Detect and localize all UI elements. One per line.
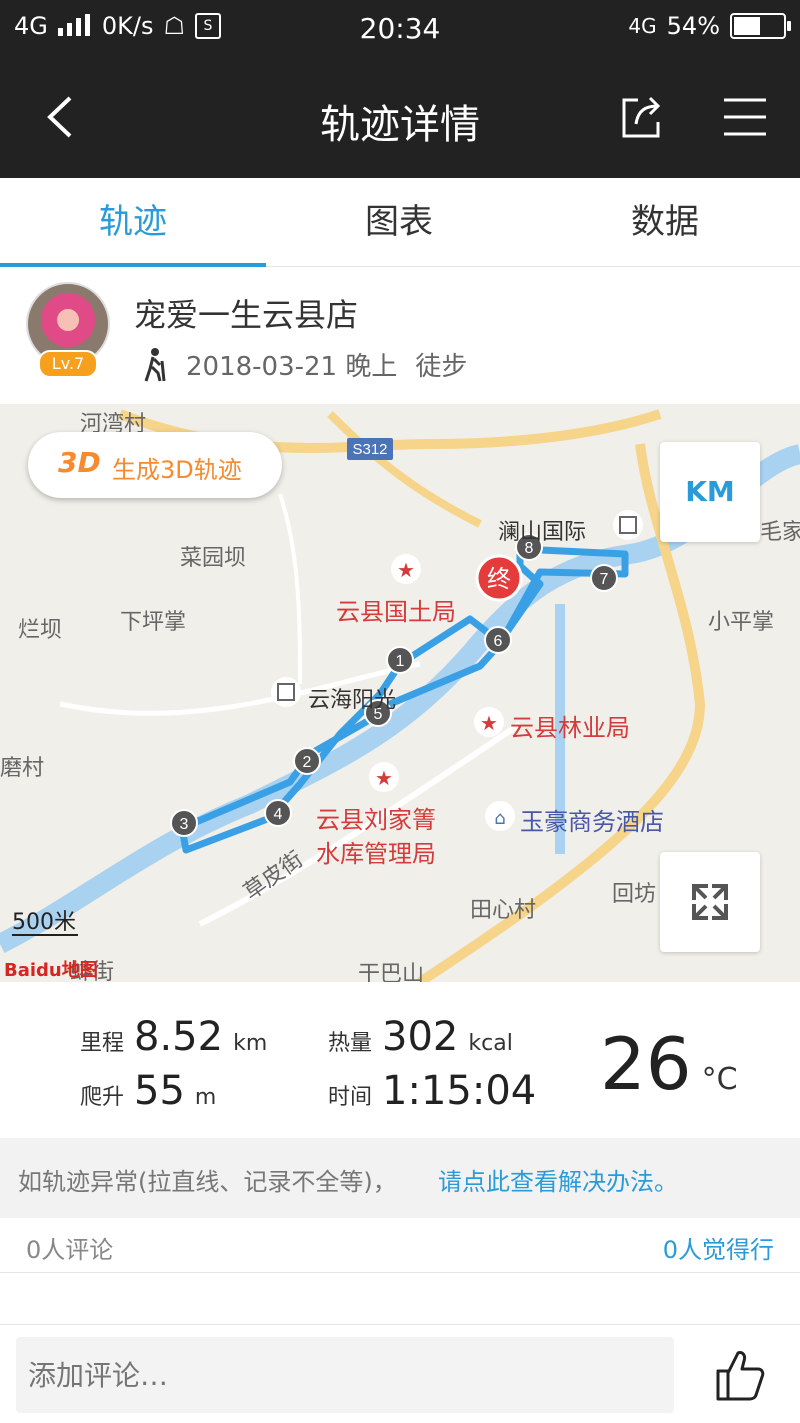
svg-text:★: ★ xyxy=(375,766,393,790)
map-label: 澜山国际 xyxy=(498,520,587,545)
map-label: 干巴山 xyxy=(358,962,425,982)
like-count[interactable]: 0人觉得行 xyxy=(663,1230,774,1265)
network-type-right: 4G xyxy=(628,14,657,38)
comment-bar xyxy=(0,1324,800,1423)
activity-type: 徒步 xyxy=(415,352,468,382)
svg-text:★: ★ xyxy=(397,558,415,582)
hiking-icon xyxy=(144,347,166,381)
track-notice: 如轨迹异常(拉直线、记录不全等)， 请点此查看解决办法。 xyxy=(0,1138,800,1218)
stat-distance: 里程 8.52 km xyxy=(80,1014,268,1060)
map-scale: 500米 xyxy=(12,910,76,935)
battery-percent: 54% xyxy=(666,12,720,40)
map-label: 下坪掌 xyxy=(120,610,187,635)
baidu-logo: Baidu地图 xyxy=(4,960,98,981)
3d-icon: 3D xyxy=(58,446,101,479)
svg-text:★: ★ xyxy=(480,711,498,735)
map-label: 菜园坝 xyxy=(180,546,247,571)
road-sign-text: S312 xyxy=(352,441,387,458)
generate-3d-label: 生成3D轨迹 xyxy=(112,456,242,484)
level-badge: Lv.7 xyxy=(38,350,98,378)
comment-input[interactable] xyxy=(16,1337,674,1413)
page-title: 轨迹详情 xyxy=(320,102,480,148)
stat-calories: 热量 302 kcal xyxy=(328,1014,513,1060)
profile-header: Lv.7 宠爱一生云县店 2018-03-21 晚上 徒步 xyxy=(0,266,800,404)
tab-bar: 轨迹 图表 数据 xyxy=(0,178,800,267)
share-button[interactable] xyxy=(616,92,666,142)
map-label: 田心村 xyxy=(470,898,537,923)
activity-datetime: 2018-03-21 晚上 xyxy=(186,352,398,382)
profile-name[interactable]: 宠爱一生云县店 xyxy=(134,290,358,336)
battery-icon xyxy=(730,13,791,39)
stat-time: 时间 1:15:04 xyxy=(328,1068,537,1114)
tab-track[interactable]: 轨迹 xyxy=(0,178,266,266)
poi-label[interactable]: 云县刘家箐 xyxy=(316,800,436,835)
waypoint-label: 1 xyxy=(396,653,405,670)
temperature: 26 °C xyxy=(600,1022,738,1106)
map-label: 磨村 xyxy=(0,756,45,781)
waypoint-label: 7 xyxy=(600,571,609,588)
unit-toggle-button[interactable]: KM xyxy=(660,442,760,542)
nav-bar: 轨迹详情 xyxy=(0,56,800,178)
notice-link[interactable]: 请点此查看解决办法。 xyxy=(438,1162,678,1197)
track-map[interactable]: S312 1 2 3 4 5 6 7 8 终 ★ ★ ★ ⌂ 河湾村 菜园坝 烂… xyxy=(0,404,800,982)
poi-label[interactable]: 云县林业局 xyxy=(510,708,630,743)
map-label: 小平掌 xyxy=(708,610,775,635)
comments-row: 0人评论 0人觉得行 xyxy=(0,1218,800,1273)
poi-label[interactable]: 云县国土局 xyxy=(336,592,456,627)
fullscreen-icon xyxy=(692,884,728,920)
map-label: 毛家 xyxy=(760,520,800,545)
thumbs-up-icon[interactable] xyxy=(708,1345,768,1405)
notice-text: 如轨迹异常(拉直线、记录不全等)， xyxy=(18,1168,397,1196)
tab-chart[interactable]: 图表 xyxy=(266,178,532,266)
generate-3d-button[interactable]: 3D 生成3D轨迹 xyxy=(28,432,282,498)
waypoint-label: 6 xyxy=(494,633,503,650)
activity-meta: 2018-03-21 晚上 徒步 xyxy=(140,346,467,383)
stats-panel: 里程 8.52 km 热量 302 kcal 爬升 55 m 时间 1:15:0… xyxy=(0,982,800,1138)
comment-count[interactable]: 0人评论 xyxy=(26,1230,113,1265)
tab-data[interactable]: 数据 xyxy=(532,178,798,266)
map-scale-bar xyxy=(12,934,78,936)
svg-text:⌂: ⌂ xyxy=(494,808,505,829)
status-bar: 4G 0K/s ☖ S 20:34 4G 54% xyxy=(0,0,800,56)
waypoint-label: 4 xyxy=(274,806,283,823)
map-label: 云海阳光 xyxy=(308,688,397,713)
waypoint-label: 2 xyxy=(303,754,312,771)
menu-button[interactable] xyxy=(720,92,770,142)
end-marker-label: 终 xyxy=(487,565,511,593)
stat-climb: 爬升 55 m xyxy=(80,1068,217,1114)
fullscreen-button[interactable] xyxy=(660,852,760,952)
poi-label[interactable]: 玉豪商务酒店 xyxy=(520,802,664,837)
map-label: 烂坝 xyxy=(18,618,63,643)
waypoint-label: 3 xyxy=(180,816,189,833)
map-label: 回坊 xyxy=(612,882,657,907)
poi-label[interactable]: 水库管理局 xyxy=(316,834,436,869)
